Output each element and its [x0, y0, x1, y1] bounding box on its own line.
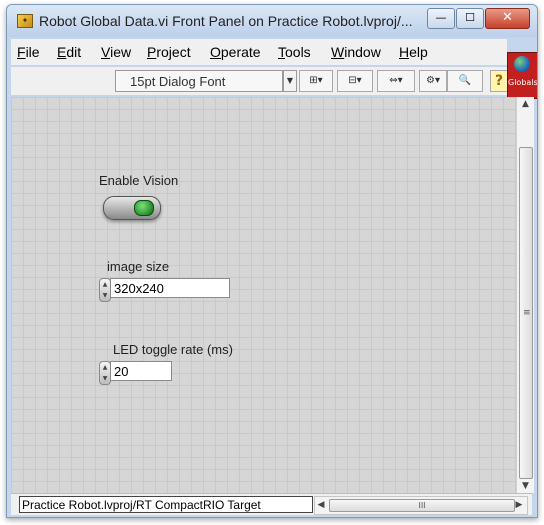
enable-vision-label: Enable Vision — [99, 173, 179, 188]
search-icon[interactable]: 🔍 — [447, 70, 483, 92]
align-objects-button[interactable]: ⊞▾ — [299, 70, 333, 92]
window-title: Robot Global Data.vi Front Panel on Prac… — [39, 13, 413, 29]
toolbar: 15pt Dialog Font ▼ ⊞▾ ⊟▾ ⇔▾ ⚙▾ 🔍 ? — [11, 67, 508, 95]
vertical-scrollbar[interactable]: ▲ ≡ ▼ — [516, 97, 534, 493]
led-toggle-rate-field[interactable]: 20 — [110, 361, 172, 381]
led-on-indicator — [134, 200, 154, 216]
title-bar[interactable]: ✦ Robot Global Data.vi Front Panel on Pr… — [7, 5, 537, 37]
labview-vi-icon: ✦ — [17, 14, 33, 28]
grip-icon: ≡ — [523, 308, 531, 318]
menu-operate[interactable]: Operate — [210, 44, 261, 60]
application-instance-context[interactable]: Practice Robot.lvproj/RT CompactRIO Targ… — [19, 496, 313, 513]
horizontal-scroll-thumb[interactable]: III — [329, 499, 515, 512]
reorder-button[interactable]: ⚙▾ — [419, 70, 447, 92]
scroll-right-icon[interactable]: ▶ — [513, 497, 525, 514]
led-toggle-rate-label: LED toggle rate (ms) — [113, 342, 233, 357]
status-bar: Practice Robot.lvproj/RT CompactRIO Targ… — [11, 493, 532, 515]
image-size-label: image size — [107, 259, 170, 274]
globe-icon — [514, 56, 530, 72]
menu-view[interactable]: View — [101, 44, 131, 60]
font-dropdown-label: 15pt Dialog Font — [130, 74, 226, 89]
scroll-down-icon[interactable]: ▼ — [517, 479, 534, 493]
scroll-left-icon[interactable]: ◀ — [315, 497, 327, 514]
front-panel-canvas[interactable]: Enable Vision image size ▲ ▼ 320x240 LED… — [11, 97, 516, 493]
chevron-down-icon[interactable]: ▼ — [283, 70, 297, 92]
menu-tools[interactable]: Tools — [278, 44, 311, 60]
enable-vision-button[interactable] — [103, 196, 161, 220]
vi-front-panel-window: ✦ Robot Global Data.vi Front Panel on Pr… — [6, 4, 538, 518]
globals-icon-pane[interactable]: Globals — [507, 52, 538, 99]
spinner-up-icon[interactable]: ▲ — [100, 279, 110, 290]
image-size-control: ▲ ▼ 320x240 — [99, 278, 231, 302]
menu-edit[interactable]: Edit — [57, 44, 81, 60]
spinner-down-icon[interactable]: ▼ — [100, 290, 110, 301]
close-button[interactable]: ✕ — [485, 8, 530, 29]
maximize-button[interactable]: ☐ — [456, 8, 484, 29]
menu-bar: File Edit View Project Operate Tools Win… — [11, 39, 507, 65]
menu-file[interactable]: File — [17, 44, 40, 60]
globe-label: Globals — [508, 78, 538, 87]
spinner-up-icon[interactable]: ▲ — [100, 362, 110, 373]
scroll-up-icon[interactable]: ▲ — [517, 97, 534, 111]
font-dropdown[interactable]: 15pt Dialog Font — [115, 70, 283, 92]
minimize-button[interactable]: — — [427, 8, 455, 29]
led-toggle-rate-control: ▲ ▼ 20 — [99, 361, 173, 385]
vertical-scroll-thumb[interactable]: ≡ — [519, 147, 533, 479]
horizontal-scrollbar[interactable]: ◀ III ▶ — [314, 496, 528, 515]
menu-project[interactable]: Project — [147, 44, 191, 60]
context-help-button[interactable]: ? — [490, 70, 508, 92]
spinner-down-icon[interactable]: ▼ — [100, 373, 110, 384]
image-size-field[interactable]: 320x240 — [110, 278, 230, 298]
menu-help[interactable]: Help — [399, 44, 428, 60]
menu-window[interactable]: Window — [331, 44, 381, 60]
distribute-objects-button[interactable]: ⊟▾ — [337, 70, 373, 92]
resize-objects-button[interactable]: ⇔▾ — [377, 70, 415, 92]
